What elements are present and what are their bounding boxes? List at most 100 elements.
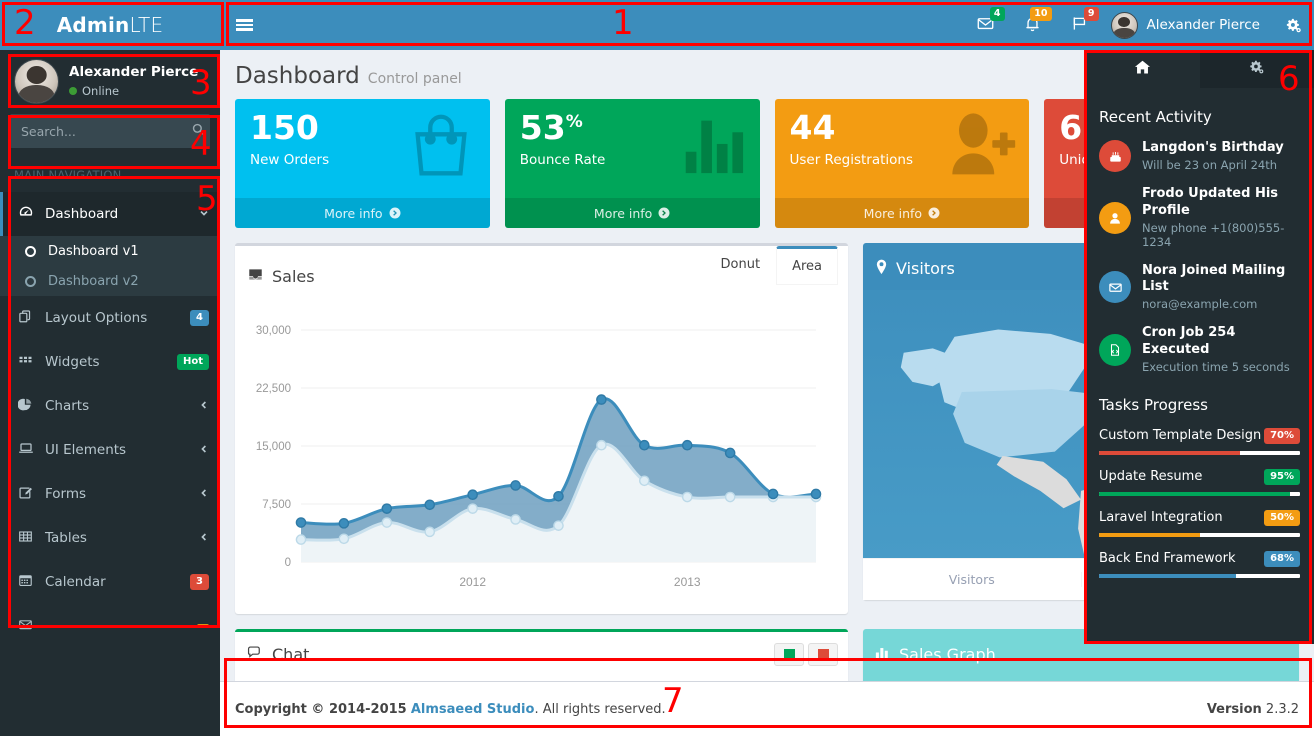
chat-box-header: Chat <box>235 632 848 676</box>
chevron-left-icon <box>199 488 209 501</box>
sidebar-subitem-dashboard-v2[interactable]: Dashboard v2 <box>0 266 220 296</box>
hamburger-icon[interactable] <box>220 0 268 50</box>
task-item[interactable]: Laravel Integration 50% <box>1099 509 1300 537</box>
visitors-box-title: Visitors <box>875 259 955 279</box>
task-row: Custom Template Design 70% <box>1099 427 1300 444</box>
task-progress-fill <box>1099 450 1240 455</box>
page-subtitle: Control panel <box>367 71 462 87</box>
activity-item[interactable]: Langdon's Birthday Will be 23 on April 2… <box>1099 140 1300 172</box>
user-icon <box>1099 201 1131 234</box>
footer-version: Version 2.3.2 <box>1207 702 1299 717</box>
info-box-foot-label: More info <box>863 205 923 221</box>
sales-graph-box-title: Sales Graph <box>875 645 996 664</box>
area-chart-svg: 0 7,500 15,000 22,500 30,000 2012 2013 <box>256 325 822 589</box>
inbox-icon <box>247 266 264 287</box>
sidebar-item-tables[interactable]: Tables <box>0 516 220 560</box>
footer-version-number: 2.3.2 <box>1265 701 1299 717</box>
sidebar-item-partial-next[interactable] <box>0 604 220 648</box>
sidebar-item-label: Widgets <box>45 354 100 370</box>
sidebar-user-status-label: Online <box>82 84 120 98</box>
chevron-left-icon <box>199 400 209 413</box>
task-row: Update Resume 95% <box>1099 468 1300 485</box>
arrow-circle-right-icon <box>928 207 940 219</box>
annotation-number-1: 1 <box>612 3 634 43</box>
chat-box-tools <box>774 643 838 666</box>
sales-box: Sales Donut Area 0 7,500 15,000 22,500 30,00… <box>235 243 848 614</box>
info-box-bounce-rate[interactable]: 53% Bounce Rate More info <box>504 99 760 228</box>
footer-company-link[interactable]: Almsaeed Studio <box>411 702 535 717</box>
info-box-foot-label: More info <box>324 205 383 221</box>
navbar-user-menu[interactable]: Alexander Pierce <box>1103 0 1272 50</box>
info-box-foot-label: More info <box>593 205 653 221</box>
sidebar-item-widgets[interactable]: Widgets Hot <box>0 340 220 384</box>
activity-item[interactable]: Nora Joined Mailing List nora@example.co… <box>1099 263 1300 311</box>
tab-area[interactable]: Area <box>776 246 838 285</box>
sidebar-item-forms[interactable]: Forms <box>0 472 220 516</box>
task-progress-bar <box>1099 532 1300 537</box>
navbar-right-menu: 4 10 9 Alexander Pierce <box>962 0 1314 50</box>
chat-status-green-button[interactable] <box>774 643 804 666</box>
notifications-button[interactable]: 10 <box>1009 0 1056 50</box>
sales-area-chart[interactable]: 0 7,500 15,000 22,500 30,000 2012 2013 <box>235 306 848 614</box>
search-input[interactable] <box>11 123 187 139</box>
arrow-circle-right-icon <box>389 207 401 219</box>
task-row: Laravel Integration 50% <box>1099 509 1300 526</box>
brand-light: LTE <box>129 13 164 37</box>
chat-status-red-button[interactable] <box>808 643 838 666</box>
gears-icon <box>1248 59 1265 79</box>
task-progress-bar <box>1099 573 1300 578</box>
info-box-label: User Registrations <box>789 151 914 168</box>
sidebar-item-ui-elements[interactable]: UI Elements <box>0 428 220 472</box>
sidebar-subitem-label: Dashboard v2 <box>48 273 139 289</box>
sidebar-subitem-dashboard-v1[interactable]: Dashboard v1 <box>0 236 220 266</box>
pie-chart-icon <box>17 397 34 416</box>
control-tab-home[interactable] <box>1085 50 1200 88</box>
chevron-left-icon <box>199 532 209 545</box>
sidebar-item-label: Layout Options <box>45 310 148 326</box>
sidebar-user-status: Online <box>69 84 198 98</box>
gears-icon[interactable] <box>1272 0 1314 50</box>
tasks-button[interactable]: 9 <box>1056 0 1103 50</box>
chat-box-title: Chat <box>247 645 309 664</box>
edit-icon <box>17 485 34 504</box>
task-item[interactable]: Back End Framework 68% <box>1099 550 1300 578</box>
activity-subtitle: Will be 23 on April 24th <box>1142 158 1278 173</box>
sidebar-item-calendar[interactable]: Calendar 3 <box>0 560 220 604</box>
sidebar-item-dashboard[interactable]: Dashboard <box>0 192 220 236</box>
bar-chart-icon <box>875 645 891 664</box>
info-box-more-info[interactable]: More info <box>774 198 1030 228</box>
task-progress-fill <box>1099 491 1290 496</box>
annotation-number-2: 2 <box>14 3 36 43</box>
info-box-new-orders[interactable]: 150 New Orders More info <box>235 99 490 228</box>
map-marker-icon <box>875 259 888 279</box>
svg-text:15,000: 15,000 <box>256 441 291 453</box>
navbar-user-name: Alexander Pierce <box>1146 17 1260 33</box>
info-box-more-info[interactable]: More info <box>504 198 760 228</box>
info-box-user-registrations[interactable]: 44 User Registrations More info <box>774 99 1030 228</box>
task-percent-badge: 68% <box>1264 550 1300 567</box>
sidebar-item-charts[interactable]: Charts <box>0 384 220 428</box>
sidebar-user-panel[interactable]: Alexander Pierce Online <box>0 50 220 112</box>
activity-title: Frodo Updated His Profile <box>1142 186 1279 218</box>
arrow-circle-right-icon <box>658 207 670 219</box>
sidebar-item-label: Charts <box>45 398 90 414</box>
messages-button[interactable]: 4 <box>962 0 1009 50</box>
visitors-footer-visitors[interactable]: Visitors <box>863 572 1082 587</box>
info-box-sup: % <box>565 112 583 132</box>
file-code-icon <box>1099 333 1131 366</box>
task-item[interactable]: Update Resume 95% <box>1099 468 1300 496</box>
task-item[interactable]: Custom Template Design 70% <box>1099 427 1300 455</box>
activity-item[interactable]: Frodo Updated His Profile New phone +1(8… <box>1099 186 1300 249</box>
circle-icon <box>25 245 36 257</box>
sidebar-user-name: Alexander Pierce <box>69 64 199 80</box>
activity-item[interactable]: Cron Job 254 Executed Execution time 5 s… <box>1099 325 1300 374</box>
tab-donut[interactable]: Donut <box>705 246 777 285</box>
task-name: Back End Framework <box>1099 551 1236 567</box>
info-box-value: 53 <box>519 108 566 147</box>
sidebar-item-layout-options[interactable]: Layout Options 4 <box>0 296 220 340</box>
birthday-cake-icon <box>1099 140 1131 173</box>
sales-graph-box-title-label: Sales Graph <box>899 645 996 664</box>
info-box-more-info[interactable]: More info <box>235 198 490 228</box>
activity-subtitle: New phone +1(800)555-1234 <box>1142 220 1285 249</box>
sidebar-search[interactable] <box>10 114 210 148</box>
